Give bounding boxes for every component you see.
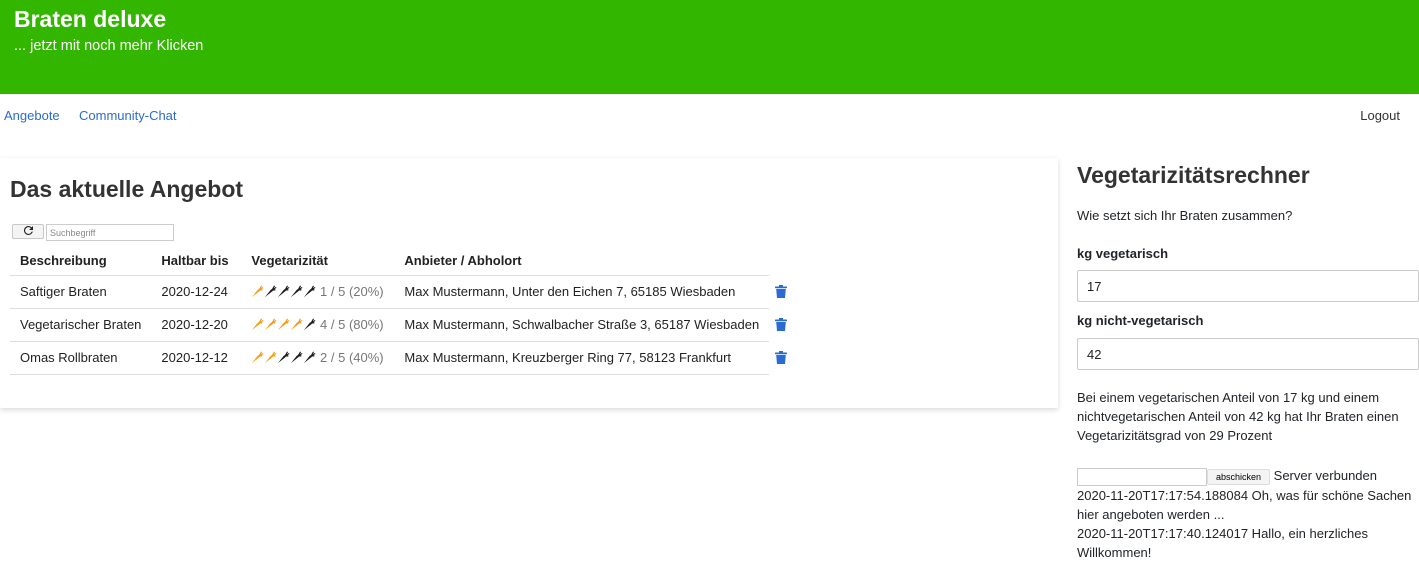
carrot-icon <box>278 351 290 364</box>
carrot-icon <box>252 285 264 298</box>
send-button[interactable]: abschicken <box>1207 468 1271 485</box>
offers-title: Das aktuelle Angebot <box>10 176 244 202</box>
carrot-rating <box>251 317 316 332</box>
carrot-icon <box>252 318 264 331</box>
nav-item-angebote[interactable]: Angebote <box>4 108 60 123</box>
nonveg-label: kg nicht-vegetarisch <box>1077 313 1204 328</box>
chat-message-input[interactable] <box>1077 467 1207 486</box>
refresh-button[interactable] <box>12 224 44 239</box>
chat-panel: abschicken Server verbunden 2020-11-20T1… <box>1077 466 1419 562</box>
main-nav: Angebote Community-Chat Logout <box>0 108 1419 126</box>
trash-icon[interactable] <box>775 318 788 331</box>
cell-vegetarizitaet: 4 / 5 (80%) <box>241 308 395 342</box>
column-header-vegetarizitaet: Vegetarizität <box>241 246 395 276</box>
nonveg-kg-input[interactable] <box>1077 338 1419 370</box>
calculator-question: Wie setzt sich Ihr Braten zusammen? <box>1077 208 1293 223</box>
carrot-icon <box>278 285 290 298</box>
veg-kg-input[interactable] <box>1077 270 1419 302</box>
carrot-icon <box>291 351 303 364</box>
cell-actions <box>769 275 800 308</box>
table-row: Vegetarischer Braten 2020-12-20 4 / 5 (80… <box>10 308 800 342</box>
cell-beschreibung: Vegetarischer Braten <box>10 308 152 342</box>
carrot-icon <box>252 351 264 364</box>
rating-score: 4 / 5 (80%) <box>320 317 384 332</box>
carrot-icon <box>304 351 316 364</box>
refresh-icon <box>23 225 33 235</box>
column-header-haltbar: Haltbar bis <box>151 246 242 276</box>
cell-anbieter: Max Mustermann, Kreuzberger Ring 77, 581… <box>394 341 770 375</box>
calculator-result: Bei einem vegetarischen Anteil von 17 kg… <box>1077 390 1399 443</box>
offers-card: Das aktuelle Angebot Beschreibung Haltba… <box>0 158 1058 408</box>
carrot-icon <box>291 318 303 331</box>
cell-haltbar: 2020-12-12 <box>151 341 242 375</box>
cell-anbieter: Max Mustermann, Schwalbacher Straße 3, 6… <box>394 308 770 342</box>
cell-vegetarizitaet: 1 / 5 (20%) <box>241 275 395 309</box>
cell-actions <box>769 341 800 374</box>
carrot-icon <box>265 285 277 298</box>
carrot-icon <box>304 318 316 331</box>
carrot-icon <box>265 318 277 331</box>
column-header-actions <box>769 246 800 275</box>
connection-status: Server verbunden <box>1273 468 1377 483</box>
carrot-icon <box>265 351 277 364</box>
column-header-anbieter: Anbieter / Abholort <box>394 246 770 276</box>
search-input[interactable] <box>46 224 174 241</box>
calculator-title: Vegetarizitätsrechner <box>1077 162 1310 188</box>
table-row: Omas Rollbraten 2020-12-12 2 / 5 (40%) Max… <box>10 341 800 375</box>
carrot-icon <box>291 285 303 298</box>
cell-haltbar: 2020-12-24 <box>151 275 242 309</box>
nav-item-community-chat[interactable]: Community-Chat <box>79 108 177 123</box>
column-header-beschreibung: Beschreibung <box>10 246 152 276</box>
logout-link[interactable]: Logout <box>1360 108 1400 123</box>
carrot-rating <box>251 350 316 365</box>
cell-beschreibung: Omas Rollbraten <box>10 341 152 375</box>
calculator-panel: Vegetarizitätsrechner Wie setzt sich Ihr… <box>1077 158 1419 560</box>
table-header-row: Beschreibung Haltbar bis Vegetarizität A… <box>10 246 800 276</box>
trash-icon[interactable] <box>775 351 788 364</box>
site-title: Braten deluxe <box>14 6 167 32</box>
cell-vegetarizitaet: 2 / 5 (40%) <box>241 341 395 375</box>
carrot-rating <box>251 284 316 299</box>
cell-actions <box>769 308 800 341</box>
table-row: Saftiger Braten 2020-12-24 1 / 5 (20%) Max… <box>10 275 800 309</box>
rating-score: 2 / 5 (40%) <box>320 350 384 365</box>
carrot-icon <box>304 285 316 298</box>
cell-haltbar: 2020-12-20 <box>151 308 242 342</box>
veg-label: kg vegetarisch <box>1077 246 1169 261</box>
cell-beschreibung: Saftiger Braten <box>10 275 152 309</box>
chat-input-row: abschicken Server verbunden <box>1077 466 1419 486</box>
site-subtitle: ... jetzt mit noch mehr Klicken <box>14 38 204 54</box>
trash-icon[interactable] <box>775 285 788 298</box>
chat-message: 2020-11-20T17:17:40.124017 Hallo, ein he… <box>1077 525 1369 560</box>
site-header: Braten deluxe ... jetzt mit noch mehr Kl… <box>0 0 1419 94</box>
rating-score: 1 / 5 (20%) <box>320 284 384 299</box>
offers-table: Beschreibung Haltbar bis Vegetarizität A… <box>10 246 800 375</box>
carrot-icon <box>278 318 290 331</box>
chat-message: 2020-11-20T17:17:54.188084 Oh, was für s… <box>1077 487 1412 522</box>
cell-anbieter: Max Mustermann, Unter den Eichen 7, 6518… <box>394 275 770 309</box>
